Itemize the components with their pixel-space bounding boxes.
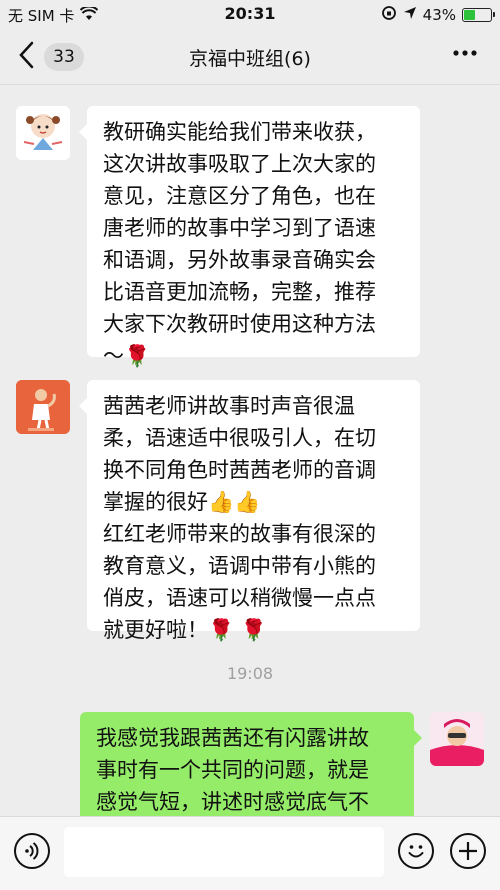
more-options-icon[interactable] <box>452 38 478 75</box>
battery-percent: 43% <box>422 6 456 24</box>
message-bubble-incoming[interactable]: 教研确实能给我们带来收获， 这次讲故事吸取了上次大家的 意见，注意区分了角色，也… <box>79 106 420 368</box>
message-input[interactable] <box>64 827 384 877</box>
chat-title: 京福中班组(6) <box>189 48 311 70</box>
avatar-orange-photo[interactable] <box>16 380 70 434</box>
status-right: 43% <box>381 5 495 25</box>
input-bar <box>0 816 500 890</box>
battery-icon <box>462 8 495 22</box>
emoji-icon[interactable] <box>398 833 434 869</box>
more-functions-icon[interactable] <box>450 833 486 869</box>
message-bubble-incoming[interactable]: 茜茜老师讲故事时声音很温 柔，语速适中很吸引人，在切 换不同角色时茜茜老师的音调… <box>79 380 420 642</box>
avatar-self-photo[interactable] <box>430 712 484 766</box>
orientation-lock-icon <box>381 5 397 25</box>
status-bar: 无 SIM 卡 20:31 43% <box>0 0 500 28</box>
battery-fill <box>464 10 475 20</box>
chat-header: 33 京福中班组(6) <box>0 28 500 85</box>
location-icon <box>403 6 417 24</box>
avatar-cartoon-girl[interactable] <box>16 106 70 160</box>
chat-timestamp: 19:08 <box>226 664 274 683</box>
voice-input-icon[interactable] <box>14 833 50 869</box>
